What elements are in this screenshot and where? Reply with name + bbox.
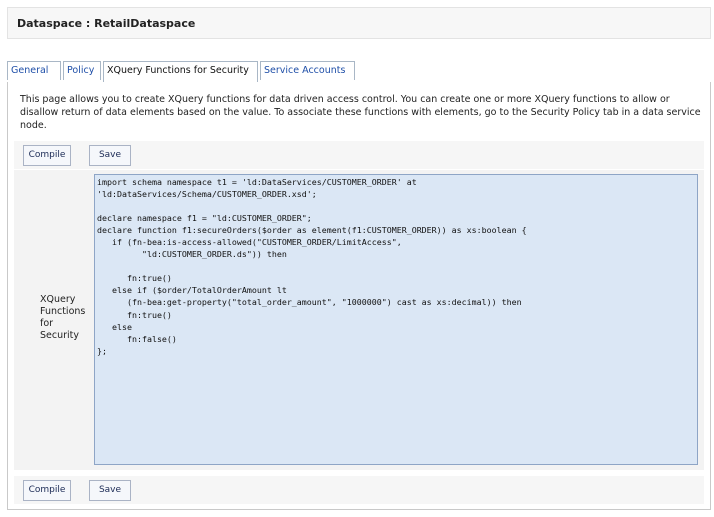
- xquery-code-editor[interactable]: import schema namespace t1 = 'ld:DataSer…: [94, 174, 698, 465]
- tab-xquery-functions-for-security[interactable]: XQuery Functions for Security: [103, 61, 258, 82]
- page-title: Dataspace : RetailDataspace: [17, 17, 196, 30]
- save-button-top[interactable]: Save: [89, 145, 131, 166]
- tab-general[interactable]: General: [7, 61, 61, 80]
- tab-bar: General Policy XQuery Functions for Secu…: [7, 60, 711, 83]
- xquery-field-label: XQuery Functions for Security: [40, 294, 86, 341]
- save-button-bottom[interactable]: Save: [89, 480, 131, 501]
- compile-button-top[interactable]: Compile: [23, 145, 71, 166]
- page-description: This page allows you to create XQuery fu…: [20, 94, 701, 131]
- tab-policy[interactable]: Policy: [63, 61, 101, 80]
- page-header: Dataspace : RetailDataspace: [7, 7, 711, 39]
- tab-service-accounts[interactable]: Service Accounts: [260, 61, 355, 80]
- compile-button-bottom[interactable]: Compile: [23, 480, 71, 501]
